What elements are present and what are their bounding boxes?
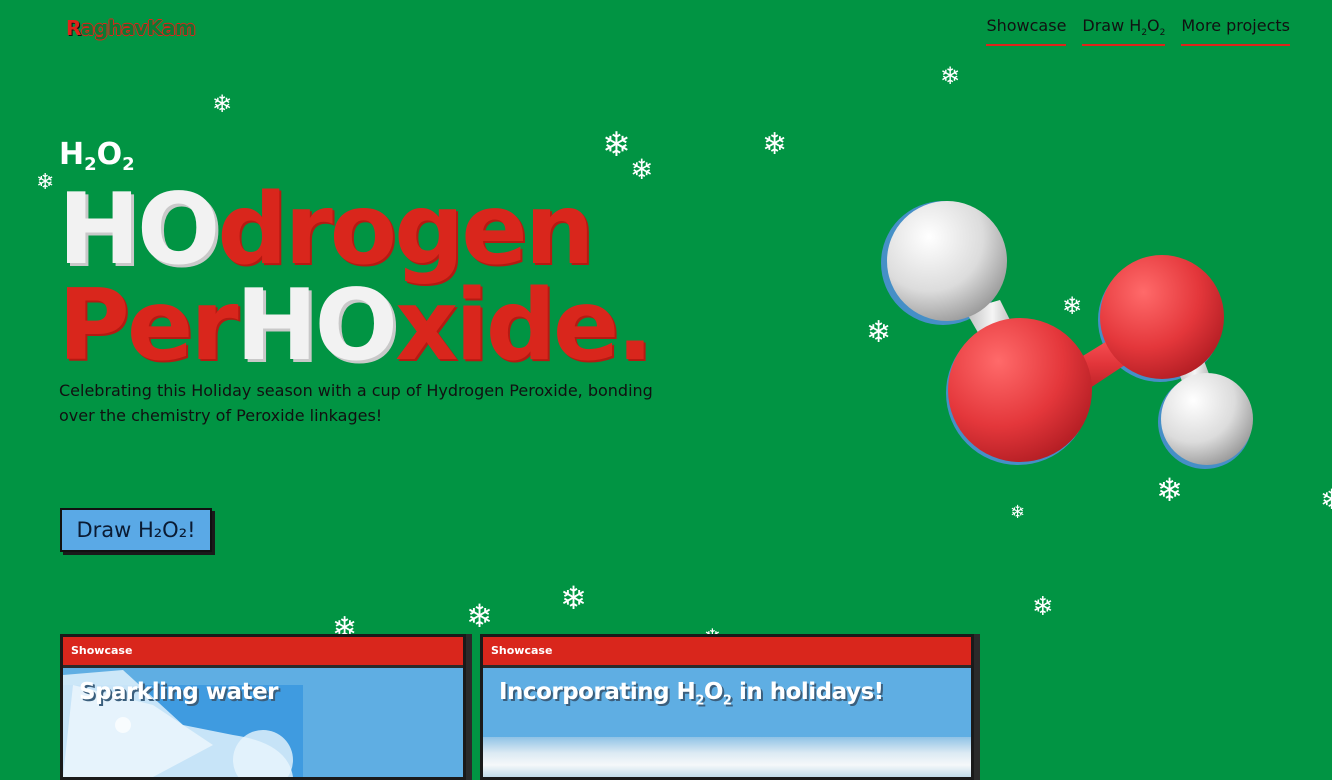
nav-draw-h2o2[interactable]: Draw H2O2 [1082, 16, 1166, 47]
nav-more-projects[interactable]: More projects [1181, 16, 1290, 47]
logo-initial: R [66, 16, 81, 40]
site-logo[interactable]: RaghavKam [66, 14, 196, 42]
draw-h2o2-button[interactable]: Draw H₂O₂! [60, 508, 212, 552]
headline-xide: xide. [394, 269, 654, 383]
nav-draw-o: O [1147, 16, 1160, 35]
nav-draw-sub2: 2 [1159, 28, 1166, 39]
showcase-card-holidays[interactable]: Showcase Incorporating H2O2 in holidays! [480, 634, 974, 780]
hydrogen-atom-2 [1161, 373, 1253, 465]
beach-image [483, 737, 971, 777]
snowflake-icon: ❄ [1320, 483, 1332, 516]
nav-showcase[interactable]: Showcase [986, 16, 1067, 47]
snowflake-icon: ❄ [36, 170, 55, 195]
oxygen-atom-2 [1100, 255, 1224, 379]
formula-h: H [59, 137, 85, 172]
molecule-illustration [881, 201, 1253, 469]
card-title: Sparkling water [79, 679, 279, 705]
card-title-text: Incorporating H [499, 679, 696, 705]
nav-draw-text: Draw H [1082, 16, 1142, 35]
snowflake-icon: ❄ [1010, 502, 1026, 523]
headline-ho-2: HO [235, 269, 398, 383]
headline-line-1: HOdrogen [58, 181, 651, 279]
formula-o: O [96, 137, 123, 172]
hero-tagline: Celebrating this Holiday season with a c… [59, 381, 653, 425]
oxygen-atom-1 [948, 318, 1092, 462]
top-nav: Showcase Draw H2O2 More projects [986, 16, 1290, 47]
card-title-sub1: 2 [695, 693, 704, 709]
snowflake-icon: ❄ [630, 153, 654, 186]
headline-line-2: PerHOxide. [58, 277, 654, 375]
hydrogen-atom-1 [887, 201, 1007, 321]
logo-rest: aghavKam [80, 16, 196, 40]
snowflake-icon: ❄ [762, 127, 788, 162]
card-title-o: O [703, 679, 724, 705]
showcase-card-sparkling-water[interactable]: Showcase Sparkling water [60, 634, 466, 780]
hero-headline: HOdrogen PerHOxide. [58, 181, 654, 375]
card-title-end: in holidays! [731, 679, 884, 705]
snowflake-icon: ❄ [602, 125, 631, 165]
headline-per: Per [58, 269, 239, 383]
snowflake-icon: ❄ [940, 62, 961, 90]
snowflake-icon: ❄ [212, 90, 233, 118]
card-tag: Showcase [483, 637, 971, 668]
snowflake-icon: ❄ [1032, 592, 1054, 622]
card-tag: Showcase [63, 637, 463, 668]
formula-sub2: 2 [122, 154, 135, 175]
formula-sub1: 2 [84, 154, 97, 175]
card-title: Incorporating H2O2 in holidays! [499, 679, 884, 709]
snowflake-icon: ❄ [560, 579, 587, 617]
snowflake-icon: ❄ [466, 597, 493, 635]
